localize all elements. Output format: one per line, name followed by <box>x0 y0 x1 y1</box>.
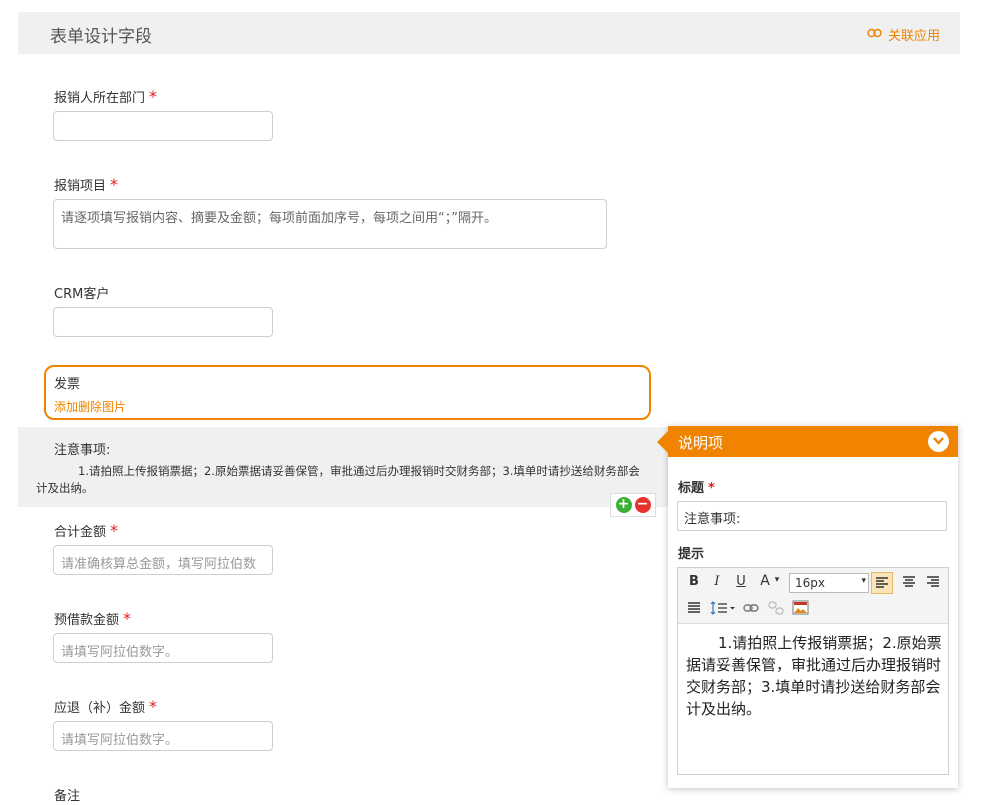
required-mark: * <box>123 609 132 628</box>
required-mark: * <box>110 521 119 540</box>
project-textarea[interactable]: 请逐项填写报销内容、摘要及金额；每项前面加序号，每项之间用“；”隔开。 <box>53 199 607 249</box>
required-mark: * <box>149 697 158 716</box>
unlink-icon <box>768 601 784 615</box>
align-left-icon <box>876 577 888 588</box>
editor-toolbar: B I U A ▾ 16px ▾ <box>678 568 948 624</box>
field-remark: 备注 <box>54 785 80 804</box>
title-label-text: 标题 <box>678 481 705 496</box>
align-left-button[interactable] <box>871 572 893 594</box>
field-label: CRM客户 <box>54 287 110 302</box>
remove-field-icon[interactable]: − <box>634 497 651 513</box>
align-right-button[interactable] <box>922 572 944 594</box>
field-crm: CRM客户 <box>54 283 109 302</box>
line-height-button[interactable] <box>709 598 737 618</box>
field-label: 合计金额 <box>54 525 107 540</box>
font-color-button[interactable]: A <box>758 573 772 589</box>
dept-input[interactable] <box>53 111 273 141</box>
font-size-select[interactable]: 16px ▾ <box>789 573 869 593</box>
link-icon <box>867 27 882 42</box>
title-label: 标题 * <box>678 477 715 496</box>
editor-content[interactable]: 1.请拍照上传报销票据；2.原始票据请妥善保管，审批通过后办理报销时交财务部；3… <box>686 632 942 720</box>
insert-image-button[interactable] <box>790 598 810 618</box>
panel-title: 说明项 <box>678 434 724 452</box>
field-label: 报销项目 <box>54 179 107 194</box>
field-dept: 报销人所在部门 * <box>54 87 157 106</box>
align-center-icon <box>903 576 915 587</box>
field-label: 备注 <box>54 789 81 804</box>
panel-header: 说明项 <box>668 426 958 457</box>
related-app-link[interactable]: 关联应用 <box>867 25 940 44</box>
unlink-button[interactable] <box>766 598 786 618</box>
form-header: 表单设计字段 关联应用 <box>18 12 960 54</box>
font-size-value: 16px <box>795 576 825 590</box>
notice-block[interactable]: 注意事项: 1.请拍照上传报销票据；2.原始票据请妥善保管，审批通过后办理报销时… <box>18 427 668 507</box>
insert-link-button[interactable] <box>741 598 761 618</box>
add-field-icon[interactable]: + <box>615 497 632 513</box>
refund-input[interactable]: 请填写阿拉伯数字。 <box>53 721 273 751</box>
field-label: 报销人所在部门 <box>54 91 146 106</box>
field-refund: 应退（补）金额 * <box>54 697 157 716</box>
justify-icon <box>688 602 700 613</box>
add-remove-image-link[interactable]: 添加删除图片 <box>54 398 126 415</box>
rich-text-editor: B I U A ▾ 16px ▾ 1.请拍照上传报销票据；2.原始票据请妥善保管… <box>677 567 949 775</box>
total-input[interactable]: 请准确核算总金额，填写阿拉伯数 <box>53 545 273 575</box>
invoice-field-selected[interactable]: 发票 添加删除图片 <box>44 365 651 420</box>
title-input[interactable]: 注意事项: <box>677 501 947 531</box>
property-panel: 说明项 标题 * 注意事项: 提示 B I U A ▾ 16px ▾ 1.请拍照… <box>657 426 958 788</box>
hint-label: 提示 <box>678 547 705 562</box>
field-label: 预借款金额 <box>54 613 120 628</box>
bold-button[interactable]: B <box>687 574 701 589</box>
align-right-icon <box>927 576 939 587</box>
chevron-down-icon: ▾ <box>861 576 866 586</box>
field-label: 发票 <box>54 377 81 392</box>
field-label: 应退（补）金额 <box>54 701 146 716</box>
field-total: 合计金额 * <box>54 521 118 540</box>
field-advance: 预借款金额 * <box>54 609 131 628</box>
line-height-icon <box>710 601 735 615</box>
crm-input[interactable] <box>53 307 273 337</box>
italic-button[interactable]: I <box>710 574 724 589</box>
align-center-button[interactable] <box>898 572 920 594</box>
related-app-label: 关联应用 <box>887 29 940 44</box>
required-mark: * <box>149 87 158 106</box>
notice-text: 1.请拍照上传报销票据；2.原始票据请妥善保管，审批通过后办理报销时交财务部；3… <box>36 464 640 495</box>
advance-input[interactable]: 请填写阿拉伯数字。 <box>53 633 273 663</box>
justify-button[interactable] <box>684 598 704 618</box>
add-remove-controls: + − <box>610 493 656 517</box>
panel-pointer <box>657 431 668 453</box>
notice-title: 注意事项: <box>54 443 111 458</box>
collapse-chevron-icon[interactable] <box>928 431 949 452</box>
page-title: 表单设计字段 <box>50 27 152 47</box>
required-mark: * <box>708 481 715 496</box>
link-icon <box>743 604 759 612</box>
font-color-dropdown-icon[interactable]: ▾ <box>773 575 781 585</box>
image-icon <box>792 600 808 615</box>
field-project: 报销项目 * <box>54 175 118 194</box>
required-mark: * <box>110 175 119 194</box>
underline-button[interactable]: U <box>734 574 748 589</box>
